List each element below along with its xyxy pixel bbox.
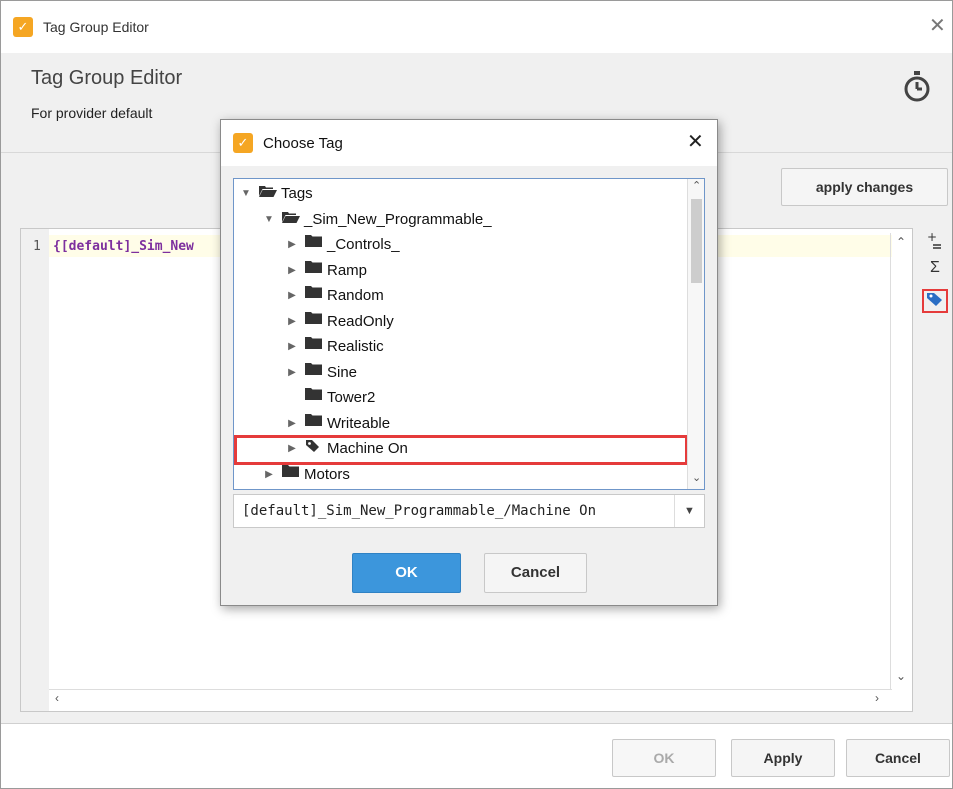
folder-icon [305, 413, 322, 426]
caret-right-icon[interactable]: ▶ [286, 309, 298, 334]
dialog-app-icon: ✓ [233, 133, 253, 153]
folder-icon [305, 337, 322, 349]
tree-item[interactable]: ▶ Sine [234, 360, 686, 385]
tree-vertical-scrollbar[interactable]: ⌃ ⌄ [687, 179, 704, 489]
window-title: Tag Group Editor [43, 19, 149, 35]
cancel-button[interactable]: Cancel [846, 739, 950, 777]
tree-item[interactable]: Tower2 [234, 385, 686, 410]
scrollbar-thumb[interactable] [691, 199, 702, 283]
dialog-ok-button[interactable]: OK [352, 553, 461, 593]
tree-item[interactable]: ▶ Realistic [234, 334, 686, 359]
caret-right-icon[interactable]: ▶ [263, 462, 275, 487]
dialog-title: Choose Tag [263, 135, 343, 152]
choose-tag-dialog: ✓ Choose Tag ✕ ▼ Tags ▼ _Sim_New_Programmab… [220, 119, 718, 606]
caret-right-icon[interactable]: ▶ [286, 411, 298, 436]
tag-group-editor-window: ✓ Tag Group Editor ✕ Tag Group Editor Fo… [0, 0, 953, 789]
expression-text[interactable]: {[default]_Sim_New [53, 239, 194, 254]
tree-item[interactable]: ▶ Random [234, 283, 686, 308]
tree-item-label: Random [327, 287, 384, 304]
tree-item-label: ReadOnly [327, 312, 394, 330]
app-icon: ✓ [13, 17, 33, 37]
tree-item-label: Motors [304, 465, 350, 483]
page-subtitle: For provider default [31, 105, 153, 121]
tree-item[interactable]: ▶ Motors [234, 462, 686, 487]
footer-divider [1, 723, 952, 724]
folder-icon [305, 388, 322, 400]
folder-icon [305, 260, 322, 273]
chevron-down-icon[interactable]: ▼ [674, 495, 704, 527]
line-number-gutter: 1 [21, 229, 49, 711]
tree-item[interactable]: ▶ Writeable [234, 411, 686, 436]
tree-item[interactable]: ▶ ReadOnly [234, 309, 686, 334]
tree-item-label: Ramp [327, 261, 368, 279]
window-close-icon[interactable]: ✕ [929, 16, 946, 36]
folder-icon [305, 286, 322, 298]
svg-text:+: + [927, 230, 937, 244]
scroll-right-icon[interactable]: › [875, 691, 879, 705]
line-number: 1 [33, 239, 41, 254]
sigma-icon[interactable]: Σ [922, 259, 948, 283]
tree-item-label: Writeable [327, 414, 391, 432]
tag-browser-icon[interactable] [922, 289, 948, 313]
ok-button[interactable]: OK [612, 739, 716, 777]
tree-item-label: _Controls_ [327, 236, 400, 253]
folder-icon [305, 235, 322, 247]
folder-open-icon [259, 184, 277, 197]
tree-item[interactable]: ▼ _Sim_New_Programmable_ [234, 207, 686, 232]
tree-item[interactable]: ▼ Tags [234, 181, 686, 206]
editor-vertical-scrollbar[interactable]: ⌃ ⌄ [890, 233, 910, 689]
page-title: Tag Group Editor [31, 67, 183, 89]
dialog-titlebar: ✓ Choose Tag ✕ [221, 120, 717, 166]
dialog-cancel-button[interactable]: Cancel [484, 553, 587, 593]
add-property-icon[interactable]: + [922, 229, 948, 253]
tree-item-label: Realistic [327, 338, 384, 355]
selection-highlight-box [234, 435, 688, 465]
tag-path-value[interactable]: [default]_Sim_New_Programmable_/Machine … [242, 503, 596, 519]
caret-right-icon[interactable]: ▶ [286, 334, 298, 359]
dialog-close-icon[interactable]: ✕ [687, 132, 704, 152]
tag-path-combobox[interactable]: [default]_Sim_New_Programmable_/Machine … [233, 494, 705, 528]
caret-down-icon[interactable]: ▼ [263, 207, 275, 232]
caret-right-icon[interactable]: ▶ [286, 258, 298, 283]
caret-down-icon[interactable]: ▼ [240, 181, 252, 206]
scroll-up-icon[interactable]: ⌃ [896, 235, 906, 249]
tree-item-label: Tower2 [327, 389, 376, 406]
tree-item-label: Sine [327, 363, 358, 381]
caret-right-icon[interactable]: ▶ [286, 232, 298, 257]
tree-item[interactable]: ▶ _Controls_ [234, 232, 686, 257]
scroll-left-icon[interactable]: ‹ [55, 691, 59, 705]
folder-open-icon [282, 210, 300, 223]
editor-horizontal-scrollbar[interactable]: ‹ › [49, 689, 892, 709]
window-titlebar: ✓ Tag Group Editor ✕ [1, 1, 952, 53]
apply-button[interactable]: Apply [731, 739, 835, 777]
caret-right-icon[interactable]: ▶ [286, 360, 298, 385]
apply-changes-button[interactable]: apply changes [781, 168, 948, 206]
tag-tree[interactable]: ▼ Tags ▼ _Sim_New_Programmable_ ▶ _Controls_ ▶… [233, 178, 705, 490]
caret-right-icon[interactable]: ▶ [286, 283, 298, 308]
scroll-down-icon[interactable]: ⌄ [692, 471, 701, 484]
scroll-up-icon[interactable]: ⌃ [692, 179, 701, 192]
folder-icon [305, 362, 322, 375]
stopwatch-icon[interactable] [901, 69, 933, 105]
folder-icon [282, 464, 299, 477]
folder-icon [305, 311, 322, 324]
scroll-down-icon[interactable]: ⌄ [896, 669, 906, 683]
tree-item-label: _Sim_New_Programmable_ [304, 210, 492, 228]
tree-item[interactable]: ▶ Ramp [234, 258, 686, 283]
tree-item-label: Tags [281, 185, 313, 202]
